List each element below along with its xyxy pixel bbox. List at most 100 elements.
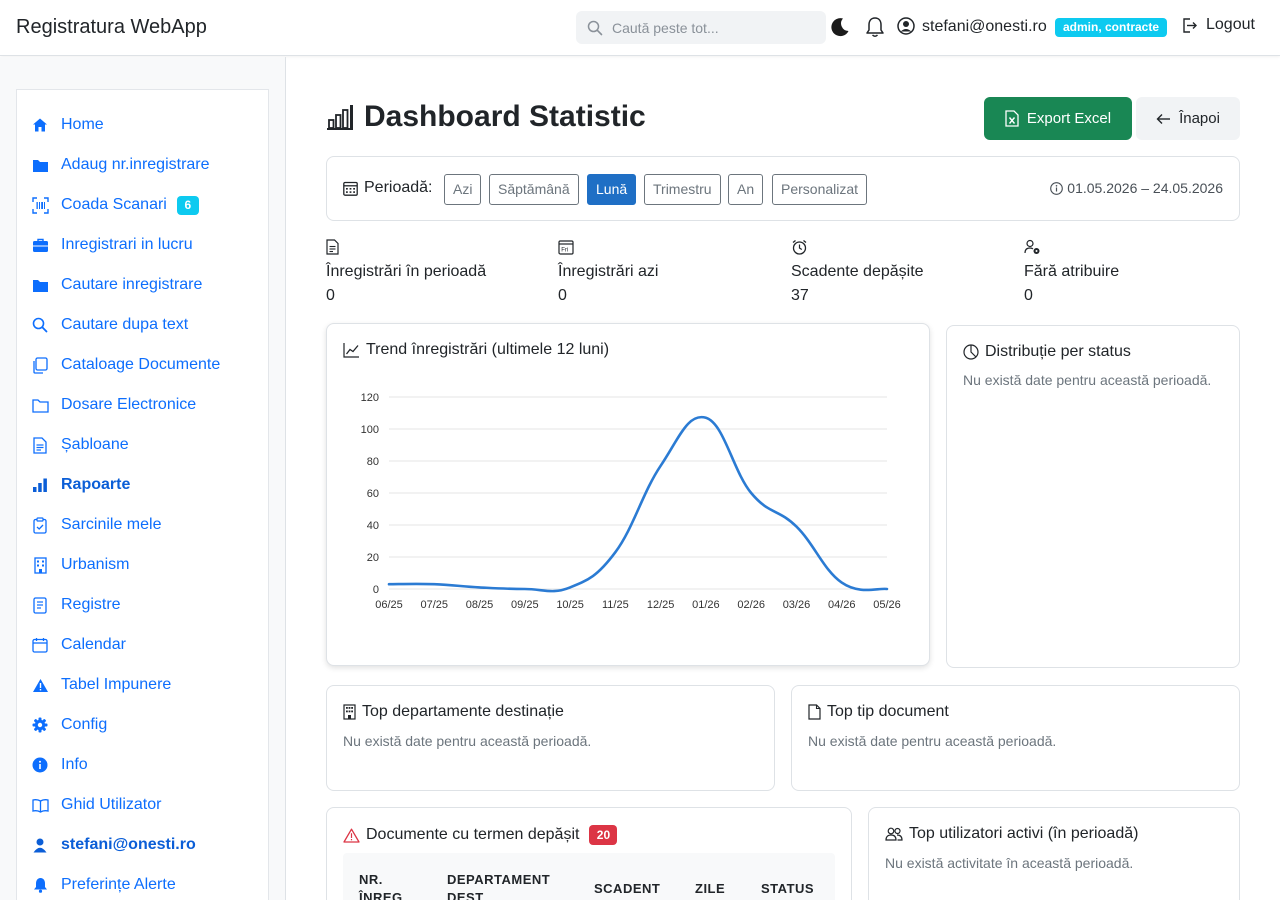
stat-inregistrari-azi: Fri Înregistrări azi 0 (558, 239, 778, 305)
copy-icon (33, 356, 48, 374)
column-scadent[interactable]: SCADENT (594, 880, 660, 898)
calendar-day-icon: Fri (558, 240, 574, 255)
logout-icon (1183, 17, 1197, 33)
data-point[interactable] (386, 581, 392, 587)
data-point[interactable] (431, 581, 437, 587)
column-status[interactable]: STATUS (761, 880, 814, 898)
sidebar-item-label: Ghid Utilizator (61, 796, 162, 813)
data-point[interactable] (748, 490, 754, 496)
sidebar-item-registre[interactable]: Registre (31, 593, 121, 617)
y-tick-label: 0 (373, 584, 379, 596)
bell-icon[interactable] (865, 16, 885, 38)
sidebar-item-inregistrari-lucru[interactable]: Inregistrari in lucru (31, 233, 193, 257)
sidebar-item-ghid[interactable]: Ghid Utilizator (31, 793, 161, 817)
sidebar-item-label: Cautare dupa text (61, 316, 189, 333)
sidebar-item-label: Info (61, 756, 88, 773)
top-document-type-card: Top tip document Nu există date pentru a… (791, 685, 1240, 791)
sidebar-item-profile[interactable]: stefani@onesti.ro (31, 833, 196, 857)
sidebar-item-label: Urbanism (61, 556, 130, 573)
sidebar-item-cataloage[interactable]: Cataloage Documente (31, 353, 220, 377)
sidebar-item-label: Home (61, 116, 104, 133)
sidebar-item-tabel-impunere[interactable]: Tabel Impunere (31, 673, 171, 697)
y-tick-label: 80 (367, 456, 379, 468)
period-option-trimestru[interactable]: Trimestru (644, 174, 721, 205)
person-icon (33, 838, 47, 852)
period-option-luna[interactable]: Lună (587, 174, 637, 205)
stat-label: Înregistrări azi (558, 263, 659, 280)
book-icon (31, 798, 49, 813)
stat-value: 0 (1024, 287, 1033, 304)
sidebar-item-label: Coada Scanari (61, 196, 167, 213)
period-range-text: 01.05.2026 – 24.05.2026 (1067, 180, 1223, 196)
period-option-an[interactable]: An (728, 174, 764, 205)
data-point[interactable] (793, 524, 799, 530)
folder-icon (32, 159, 48, 172)
trend-chart-card: 0 20 40 60 80 100 120 06/25 07/25 08/25 09/25 10/25… (326, 323, 930, 666)
column-zile[interactable]: ZILE (695, 880, 725, 898)
trend-series-line (387, 415, 889, 593)
trend-title-text: Trend înregistrări (ultimele 12 luni) (366, 341, 610, 358)
period-option-azi[interactable]: Azi (444, 174, 482, 205)
data-point[interactable] (658, 463, 664, 469)
sidebar-item-label: stefani@onesti.ro (61, 836, 196, 853)
back-button[interactable]: Înapoi (1136, 97, 1240, 140)
data-point[interactable] (703, 415, 709, 421)
doctype-card-title: Top tip document (808, 703, 949, 721)
app-brand[interactable]: Registratura WebApp (16, 16, 207, 39)
trend-line-chart: 0 20 40 60 80 100 120 06/25 07/25 08/25 09/25 10/25… (361, 392, 901, 611)
sidebar-item-info[interactable]: Info (31, 753, 88, 777)
bell-fill-icon (33, 878, 47, 893)
sidebar-item-urbanism[interactable]: Urbanism (31, 553, 129, 577)
export-excel-button[interactable]: Export Excel (984, 97, 1132, 140)
data-point[interactable] (839, 580, 845, 586)
sidebar-item-config[interactable]: Config (31, 713, 107, 737)
sidebar-item-sabloane[interactable]: Șabloane (31, 433, 129, 457)
data-point[interactable] (567, 584, 573, 590)
calendar-icon (32, 638, 48, 653)
sidebar-item-dosare[interactable]: Dosare Electronice (31, 393, 196, 417)
role-badge: admin, contracte (1055, 18, 1168, 37)
data-point[interactable] (612, 549, 618, 555)
folder-outline-icon (31, 398, 49, 413)
search-input[interactable] (612, 18, 812, 38)
moon-icon[interactable] (829, 16, 851, 38)
people-icon (885, 827, 903, 841)
calendar-grid-icon (343, 181, 358, 196)
y-tick-label: 20 (367, 552, 379, 564)
sidebar-item-coada-scanari[interactable]: Coada Scanari 6 (31, 193, 199, 217)
sidebar-item-cautare-inregistrare[interactable]: Cautare inregistrare (31, 273, 202, 297)
data-point[interactable] (522, 586, 528, 592)
period-option-saptamana[interactable]: Săptămână (489, 174, 579, 205)
period-selector-card: Perioadă: Azi Săptămână Lună Trimestru A… (326, 156, 1240, 221)
sidebar-item-home[interactable]: Home (31, 113, 104, 137)
sidebar-item-calendar[interactable]: Calendar (31, 633, 126, 657)
sidebar-item-label: Registre (61, 596, 121, 613)
period-range: 01.05.2026 – 24.05.2026 (1050, 180, 1223, 196)
data-point[interactable] (884, 586, 890, 592)
logout-button[interactable]: Logout (1181, 16, 1255, 34)
stat-value: 0 (558, 287, 567, 304)
clipboard-check-icon (33, 516, 47, 534)
sidebar-item-adaug[interactable]: Adaug nr.inregistrare (31, 153, 210, 177)
top-active-users-card: Top utilizatori activi (în perioadă) Nu … (868, 807, 1240, 900)
user-email[interactable]: stefani@onesti.ro (922, 18, 1047, 36)
global-search[interactable] (576, 11, 826, 44)
column-departament[interactable]: DEPARTAMENT DEST. (447, 871, 577, 900)
stat-fara-atribuire: Fără atribuire 0 (1024, 239, 1244, 305)
period-option-personalizat[interactable]: Personalizat (772, 174, 868, 205)
column-nr-inreg[interactable]: NR. ÎNREG. (359, 871, 429, 900)
person-circle-icon (897, 17, 915, 35)
stat-scadente-depasite: Scadente depășite 37 (791, 239, 1011, 305)
status-card-title: Distribuție per status (963, 343, 1131, 361)
sidebar-item-cautare-text[interactable]: Cautare dupa text (31, 313, 188, 337)
search-icon (587, 20, 603, 36)
data-point[interactable] (477, 584, 483, 590)
sidebar-item-label: Inregistrari in lucru (61, 236, 193, 253)
sidebar-item-preferinte[interactable]: Preferințe Alerte (31, 873, 176, 897)
sidebar-item-sarcini[interactable]: Sarcinile mele (31, 513, 161, 537)
sidebar-item-label: Șabloane (61, 436, 129, 453)
journal-icon (33, 596, 47, 614)
sidebar-item-rapoarte[interactable]: Rapoarte (31, 473, 130, 497)
trend-card-title: Trend înregistrări (ultimele 12 luni) (343, 341, 609, 359)
sidebar-item-label: Preferințe Alerte (61, 876, 176, 893)
